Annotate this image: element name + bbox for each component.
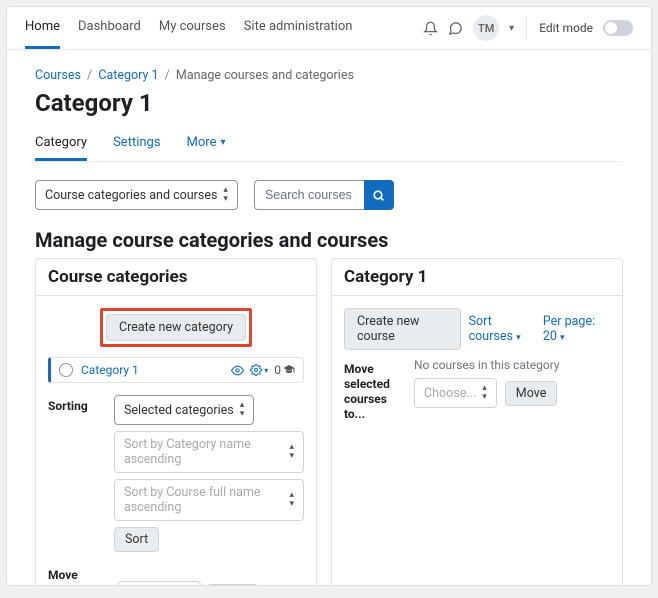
notifications-icon[interactable] [423, 21, 438, 36]
no-courses-message: No courses in this category [414, 358, 560, 372]
chevron-down-icon: ▾ [560, 333, 565, 343]
secondary-navigation: Category Settings More ▾ [35, 127, 623, 162]
divider [526, 17, 527, 39]
move-courses-label: Move selected courses to... [344, 358, 402, 422]
top-navigation: Home Dashboard My courses Site administr… [7, 7, 651, 50]
edit-mode-label: Edit mode [539, 21, 593, 35]
breadcrumb-category-1[interactable]: Category 1 [98, 68, 158, 83]
sort-button[interactable]: Sort [114, 527, 159, 552]
breadcrumb-courses[interactable]: Courses [35, 68, 81, 83]
sort-by-course-select[interactable]: Sort by Course full name ascending ▴▾ [114, 479, 304, 521]
category-radio[interactable] [59, 363, 73, 377]
sort-courses-link[interactable]: Sort courses ▾ [469, 314, 537, 344]
breadcrumb: Courses / Category 1 / Manage courses an… [35, 68, 623, 83]
move-categories-label: Move selected categories to [48, 564, 106, 585]
nav-dashboard[interactable]: Dashboard [78, 7, 141, 49]
edit-mode-toggle[interactable] [603, 20, 633, 36]
panel-title-category-1: Category 1 [332, 259, 622, 296]
graduation-cap-icon [283, 364, 295, 376]
messages-icon[interactable] [448, 21, 463, 36]
category-name-link[interactable]: Category 1 [81, 363, 139, 377]
gear-icon[interactable]: ▾ [250, 364, 268, 376]
search-input[interactable] [254, 180, 364, 210]
move-courses-button[interactable]: Move [505, 381, 558, 406]
course-count: 0 [274, 363, 295, 377]
sorting-label: Sorting [48, 395, 102, 552]
tab-settings[interactable]: Settings [113, 127, 160, 161]
view-mode-select[interactable]: Course categories and courses ▴▾ [35, 180, 238, 210]
chevron-down-icon: ▾ [221, 137, 226, 148]
tab-more[interactable]: More ▾ [187, 127, 226, 161]
breadcrumb-current: Manage courses and categories [176, 68, 354, 83]
search-icon [372, 189, 385, 202]
page-title: Category 1 [35, 89, 623, 117]
move-categories-select[interactable]: Choose... ▴▾ [118, 581, 201, 585]
updown-icon: ▴▾ [223, 186, 228, 204]
panel-title-categories: Course categories [36, 259, 316, 296]
search-button[interactable] [364, 180, 394, 210]
sort-by-category-select[interactable]: Sort by Category name ascending ▴▾ [114, 431, 304, 473]
chevron-down-icon: ▾ [516, 333, 521, 343]
nav-my-courses[interactable]: My courses [159, 7, 226, 49]
section-title: Manage course categories and courses [35, 228, 623, 252]
move-courses-select[interactable]: Choose... ▴▾ [414, 378, 497, 408]
avatar[interactable]: TM [473, 15, 499, 41]
nav-home[interactable]: Home [25, 7, 60, 49]
eye-icon[interactable] [231, 364, 244, 377]
user-menu-chevron-icon[interactable]: ▾ [509, 23, 514, 34]
per-page-link[interactable]: Per page: 20 ▾ [543, 314, 610, 344]
create-course-button[interactable]: Create new course [344, 308, 461, 350]
tab-category[interactable]: Category [35, 127, 87, 161]
category-row[interactable]: Category 1 ▾ 0 [48, 357, 304, 383]
move-categories-button[interactable]: Move [207, 584, 260, 586]
panel-category-courses: Category 1 Create new course Sort course… [331, 258, 623, 585]
nav-site-admin[interactable]: Site administration [244, 7, 353, 49]
sorting-scope-select[interactable]: Selected categories ▴▾ [114, 395, 254, 425]
panel-course-categories: Course categories Create new category Ca… [35, 258, 317, 585]
create-category-button[interactable]: Create new category [106, 314, 246, 341]
highlight-create-category: Create new category [100, 308, 252, 347]
